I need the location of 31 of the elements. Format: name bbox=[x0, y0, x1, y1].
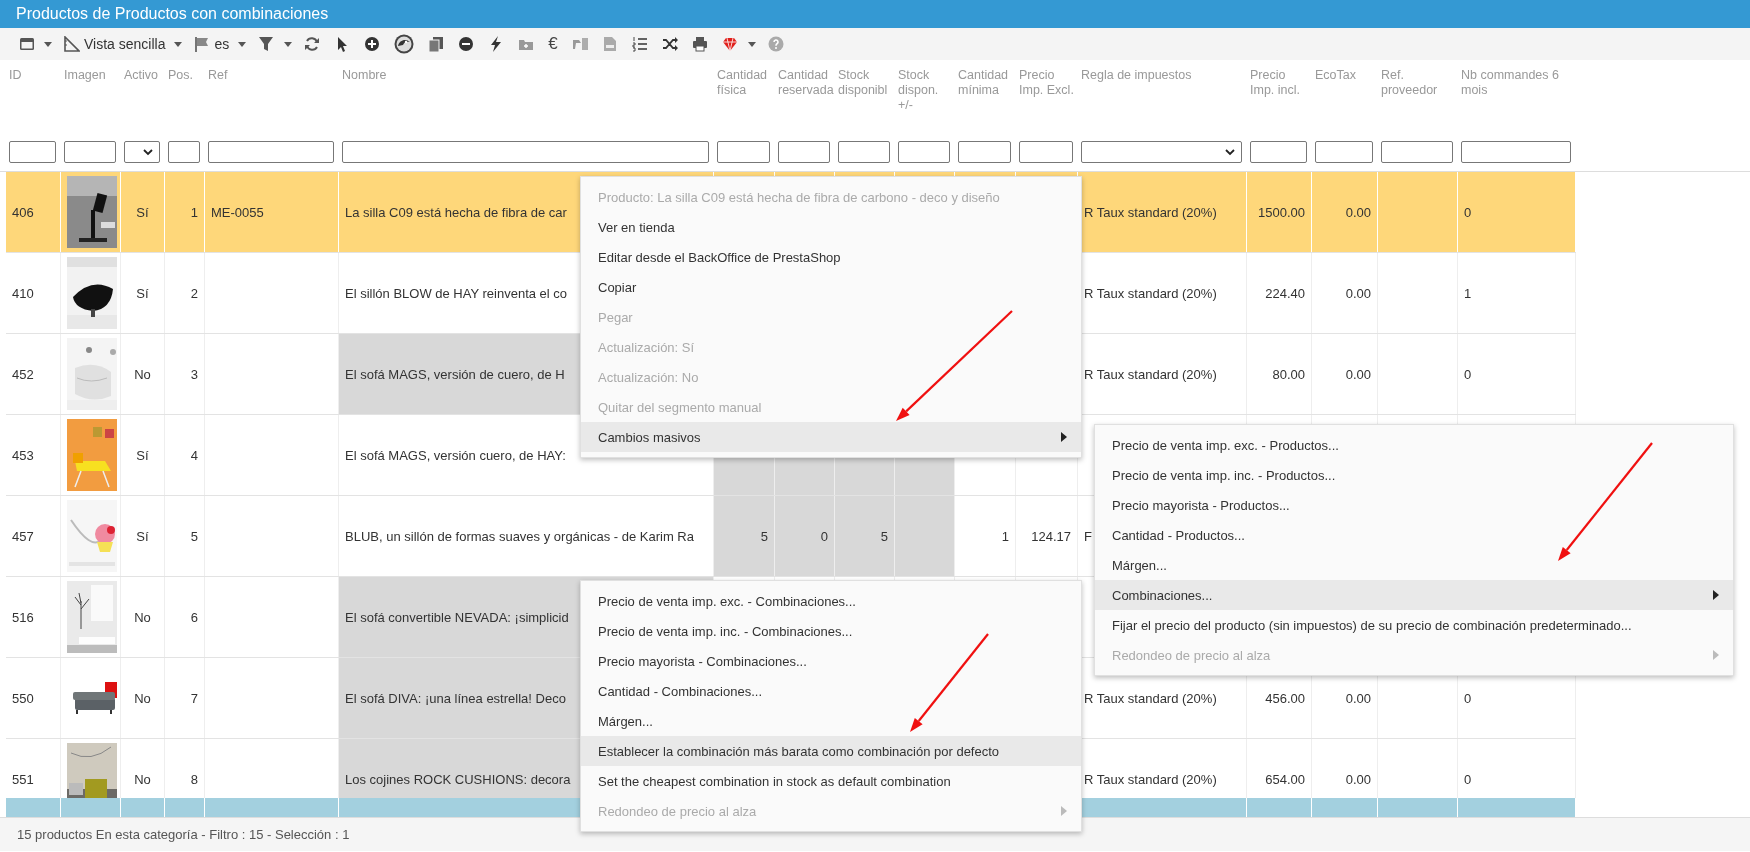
price-cell: 1500.00 bbox=[1247, 172, 1312, 252]
position-cell: 6 bbox=[165, 577, 205, 657]
position-cell: 7 bbox=[165, 658, 205, 738]
active-cell: Sí bbox=[121, 172, 165, 252]
position-cell: 5 bbox=[165, 496, 205, 576]
position-cell: 3 bbox=[165, 334, 205, 414]
active-cell: Sí bbox=[121, 253, 165, 333]
orders-cell: 0 bbox=[1458, 172, 1576, 252]
position-cell: 2 bbox=[165, 253, 205, 333]
position-cell: 4 bbox=[165, 415, 205, 495]
reference-cell: ME-0055 bbox=[205, 172, 339, 252]
quantity-cell: 1 bbox=[955, 496, 1016, 576]
position-cell: 1 bbox=[165, 172, 205, 252]
active-cell: Sí bbox=[121, 415, 165, 495]
orders-cell: 1 bbox=[1458, 253, 1576, 333]
ecotax-cell: 0.00 bbox=[1312, 253, 1378, 333]
stock-cell: 5 bbox=[835, 496, 895, 576]
price-cell: 80.00 bbox=[1247, 334, 1312, 414]
orders-cell: 0 bbox=[1458, 334, 1576, 414]
ecotax-cell: 0.00 bbox=[1312, 334, 1378, 414]
active-cell: Sí bbox=[121, 496, 165, 576]
window-title: Productos de Productos con combinaciones bbox=[15, 5, 329, 23]
price-cell: 124.17 bbox=[1016, 496, 1078, 576]
ecotax-cell: 0.00 bbox=[1312, 172, 1378, 252]
active-cell: No bbox=[121, 334, 165, 414]
active-cell: No bbox=[121, 658, 165, 738]
active-cell: No bbox=[121, 577, 165, 657]
quantity-cell: 5 bbox=[714, 496, 775, 576]
quantity-cell: 0 bbox=[775, 496, 835, 576]
price-cell: 224.40 bbox=[1247, 253, 1312, 333]
status-text: 15 productos En esta categoría - Filtro : 15 - Selección : 1 bbox=[17, 827, 350, 842]
